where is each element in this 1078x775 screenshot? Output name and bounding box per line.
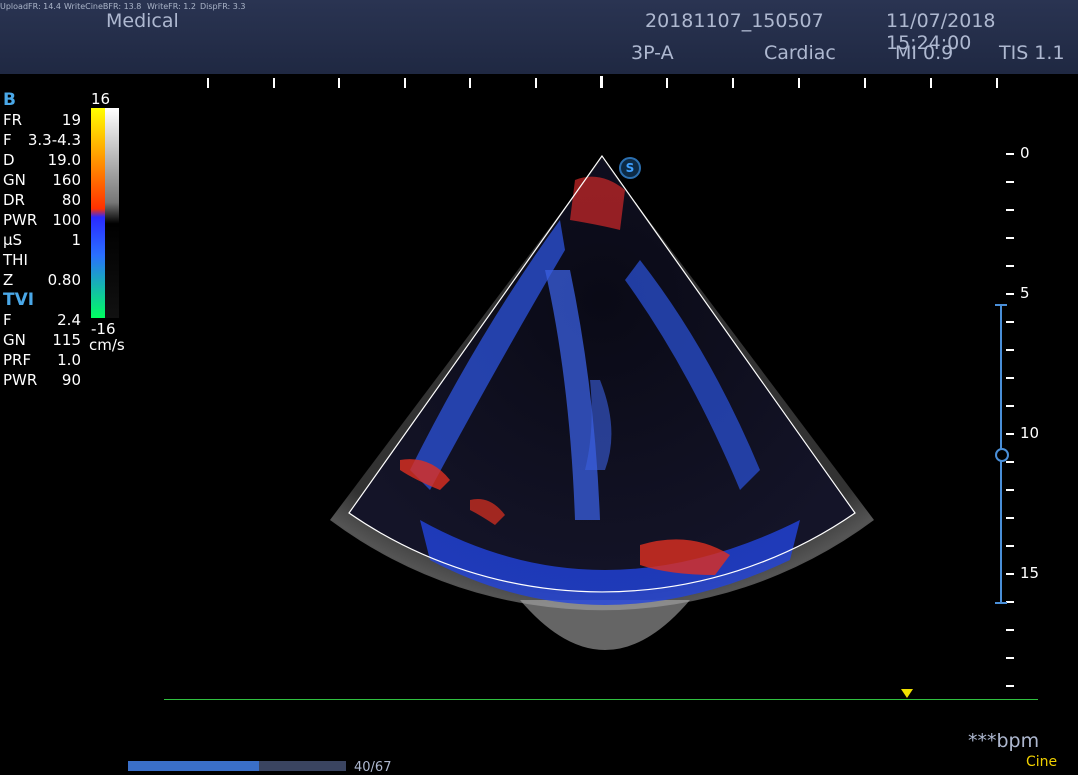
depth-tick xyxy=(1006,377,1014,379)
depth-tick xyxy=(1006,349,1014,351)
cine-progress-fill xyxy=(128,761,259,771)
ecg-trace-line xyxy=(164,699,1038,700)
focus-zone-bottom[interactable] xyxy=(995,602,1007,604)
depth-tick xyxy=(1006,601,1014,603)
image-source-badge: S xyxy=(619,157,641,179)
depth-scale: 0 5 10 15 xyxy=(990,140,1078,700)
depth-tick xyxy=(1006,517,1014,519)
depth-tick xyxy=(1006,545,1014,547)
depth-tick xyxy=(1006,237,1014,239)
depth-tick xyxy=(1006,293,1014,295)
depth-tick xyxy=(1006,209,1014,211)
depth-label: 10 xyxy=(1020,424,1040,442)
depth-tick xyxy=(1006,153,1014,155)
cine-progress-bar[interactable] xyxy=(128,761,346,771)
depth-tick xyxy=(1006,461,1014,463)
depth-tick xyxy=(1006,573,1014,575)
depth-tick xyxy=(1006,181,1014,183)
ultrasound-sector-image xyxy=(330,154,874,650)
depth-tick xyxy=(1006,629,1014,631)
heart-rate-readout: ***bpm xyxy=(968,730,1040,752)
depth-tick xyxy=(1006,489,1014,491)
depth-tick xyxy=(1006,265,1014,267)
depth-tick xyxy=(1006,321,1014,323)
focus-position-handle[interactable] xyxy=(995,448,1009,462)
depth-label: 0 xyxy=(1020,144,1030,162)
depth-tick xyxy=(1006,433,1014,435)
bright-echo xyxy=(520,600,690,650)
depth-tick xyxy=(1006,405,1014,407)
depth-tick xyxy=(1006,685,1014,687)
focus-zone-top[interactable] xyxy=(995,304,1007,306)
depth-tick xyxy=(1006,657,1014,659)
ecg-frame-marker-icon[interactable] xyxy=(901,689,913,698)
depth-label: 15 xyxy=(1020,564,1040,582)
depth-label: 5 xyxy=(1020,284,1030,302)
